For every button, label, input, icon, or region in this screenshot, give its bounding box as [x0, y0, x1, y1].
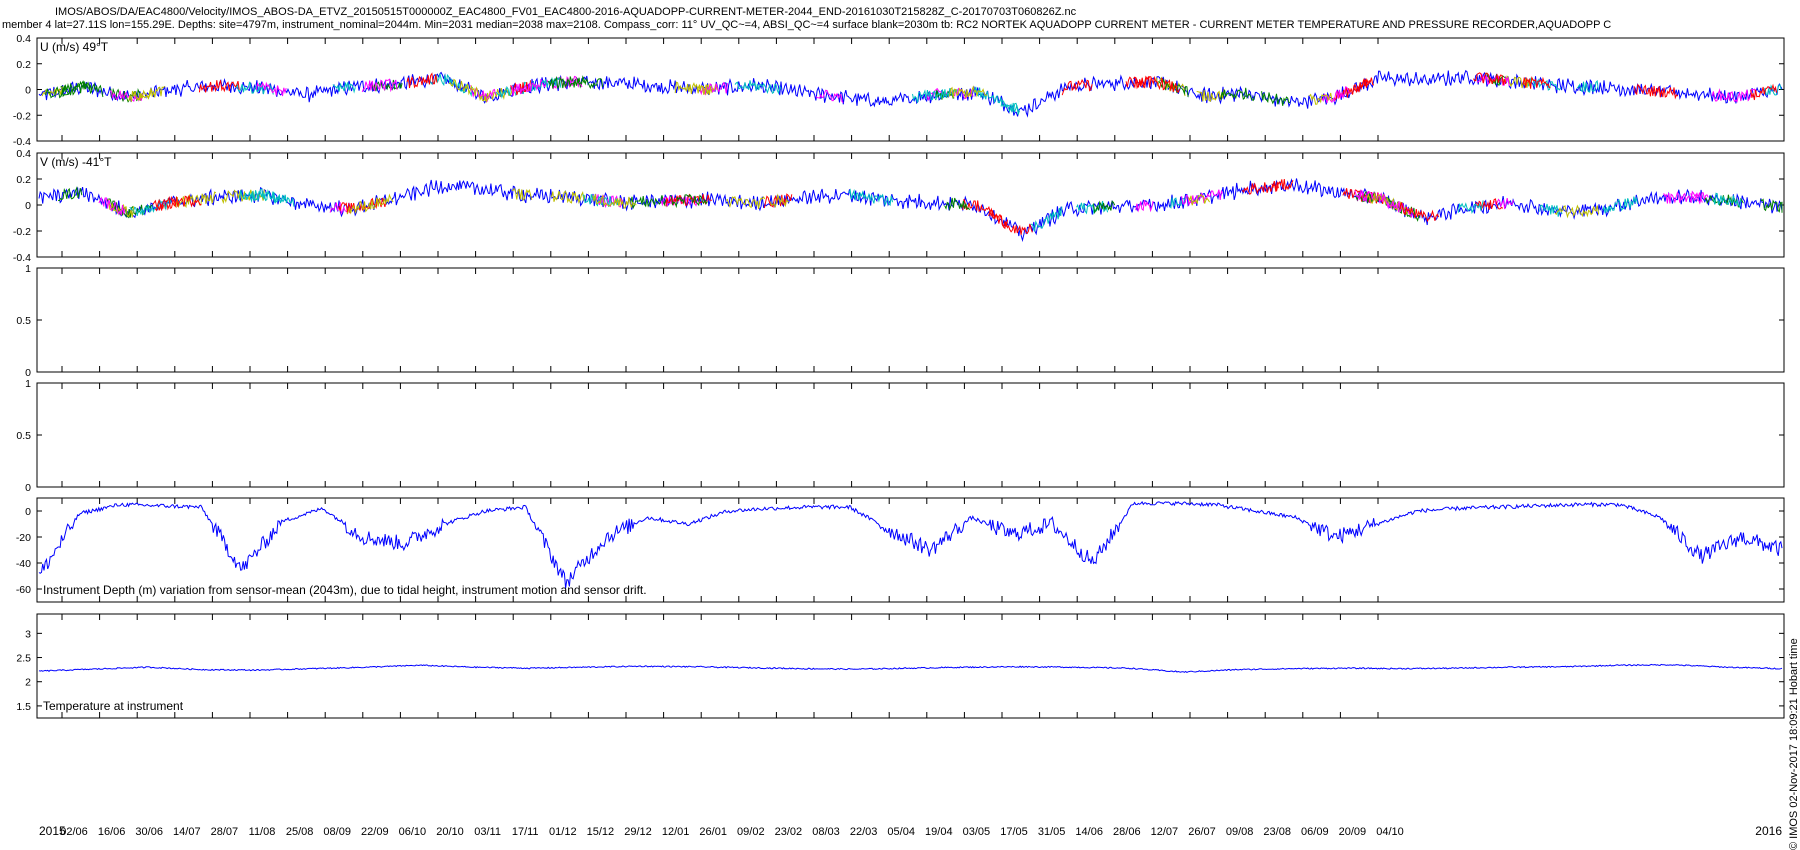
x-tick-label: 29/12: [624, 826, 652, 838]
y-tick-label: 2.5: [16, 653, 31, 665]
y-tick-label: 2: [25, 677, 31, 689]
x-tick-label: 05/04: [887, 826, 915, 838]
year-end-label: 2016: [1755, 824, 1782, 838]
x-tick-label: 04/10: [1376, 826, 1404, 838]
x-tick-label: 19/04: [925, 826, 953, 838]
y-tick-label: -60: [16, 584, 31, 596]
x-tick-label: 11/08: [249, 826, 276, 838]
x-tick-label: 16/06: [98, 826, 126, 838]
x-tick-label: 22/09: [361, 826, 389, 838]
y-tick-label: 0: [25, 200, 31, 212]
x-tick-label: 26/01: [699, 826, 727, 838]
y-tick-label: 0: [25, 85, 31, 97]
y-tick-label: 1.5: [16, 701, 31, 713]
y-tick-label: 0.5: [16, 430, 31, 442]
panel-title-1: U (m/s) 49°T: [40, 40, 109, 54]
y-tick-label: 0: [25, 506, 31, 518]
x-tick-label: 09/02: [737, 826, 765, 838]
y-tick-label: 0.2: [16, 59, 31, 71]
y-tick-label: -20: [16, 532, 31, 544]
x-tick-label: 12/01: [662, 826, 690, 838]
x-tick-label: 08/03: [812, 826, 840, 838]
y-tick-label: -40: [16, 558, 31, 570]
x-tick-label: 28/07: [211, 826, 239, 838]
x-tick-label: 22/03: [850, 826, 878, 838]
x-tick-label: 30/06: [135, 826, 163, 838]
x-tick-label: 20/09: [1339, 826, 1367, 838]
x-tick-label: 23/02: [775, 826, 803, 838]
x-tick-label: 06/09: [1301, 826, 1329, 838]
plot-panel-1: [36, 37, 1785, 142]
y-tick-label: 0.2: [16, 174, 31, 186]
x-tick-label: 25/08: [286, 826, 314, 838]
x-tick-label: 17/05: [1000, 826, 1028, 838]
x-tick-label: 28/06: [1113, 826, 1141, 838]
y-tick-label: 1: [25, 378, 31, 390]
x-tick-label: 03/11: [474, 826, 501, 838]
timeseries-figure: 0.40.20-0.2-0.4U (m/s) 49°T0.40.20-0.2-0…: [13, 33, 1785, 838]
panel-title-5: Instrument Depth (m) variation from sens…: [43, 583, 647, 597]
x-tick-label: 14/07: [173, 826, 201, 838]
y-tick-label: 0.5: [16, 315, 31, 327]
year-start-label: 2015: [39, 824, 66, 838]
x-tick-label: 03/05: [963, 826, 991, 838]
panel-title-6: Temperature at instrument: [43, 699, 184, 713]
y-tick-label: 0.4: [16, 33, 31, 45]
y-tick-label: -0.2: [13, 226, 31, 238]
y-tick-label: 3: [25, 628, 31, 640]
panel-title-2: V (m/s) -41°T: [40, 155, 112, 169]
x-tick-label: 31/05: [1038, 826, 1066, 838]
y-tick-label: 0: [25, 482, 31, 494]
x-tick-label: 08/09: [323, 826, 351, 838]
y-tick-label: -0.4: [13, 136, 31, 148]
x-tick-label: 20/10: [436, 826, 464, 838]
x-tick-label: 01/12: [549, 826, 577, 838]
x-tick-label: 17/11: [512, 826, 539, 838]
y-tick-label: 1: [25, 263, 31, 275]
x-tick-label: 23/08: [1263, 826, 1291, 838]
x-tick-label: 12/07: [1151, 826, 1179, 838]
x-tick-label: 14/06: [1075, 826, 1103, 838]
x-tick-label: 06/10: [399, 826, 427, 838]
y-tick-label: 0.4: [16, 148, 31, 160]
x-tick-label: 09/08: [1226, 826, 1254, 838]
plot-panel-4: [36, 382, 1785, 488]
x-tick-label: 26/07: [1188, 826, 1216, 838]
y-tick-label: -0.2: [13, 110, 31, 122]
plot-panel-3: [36, 267, 1785, 373]
x-tick-label: 15/12: [587, 826, 615, 838]
plot-panel-6: [36, 613, 1785, 719]
